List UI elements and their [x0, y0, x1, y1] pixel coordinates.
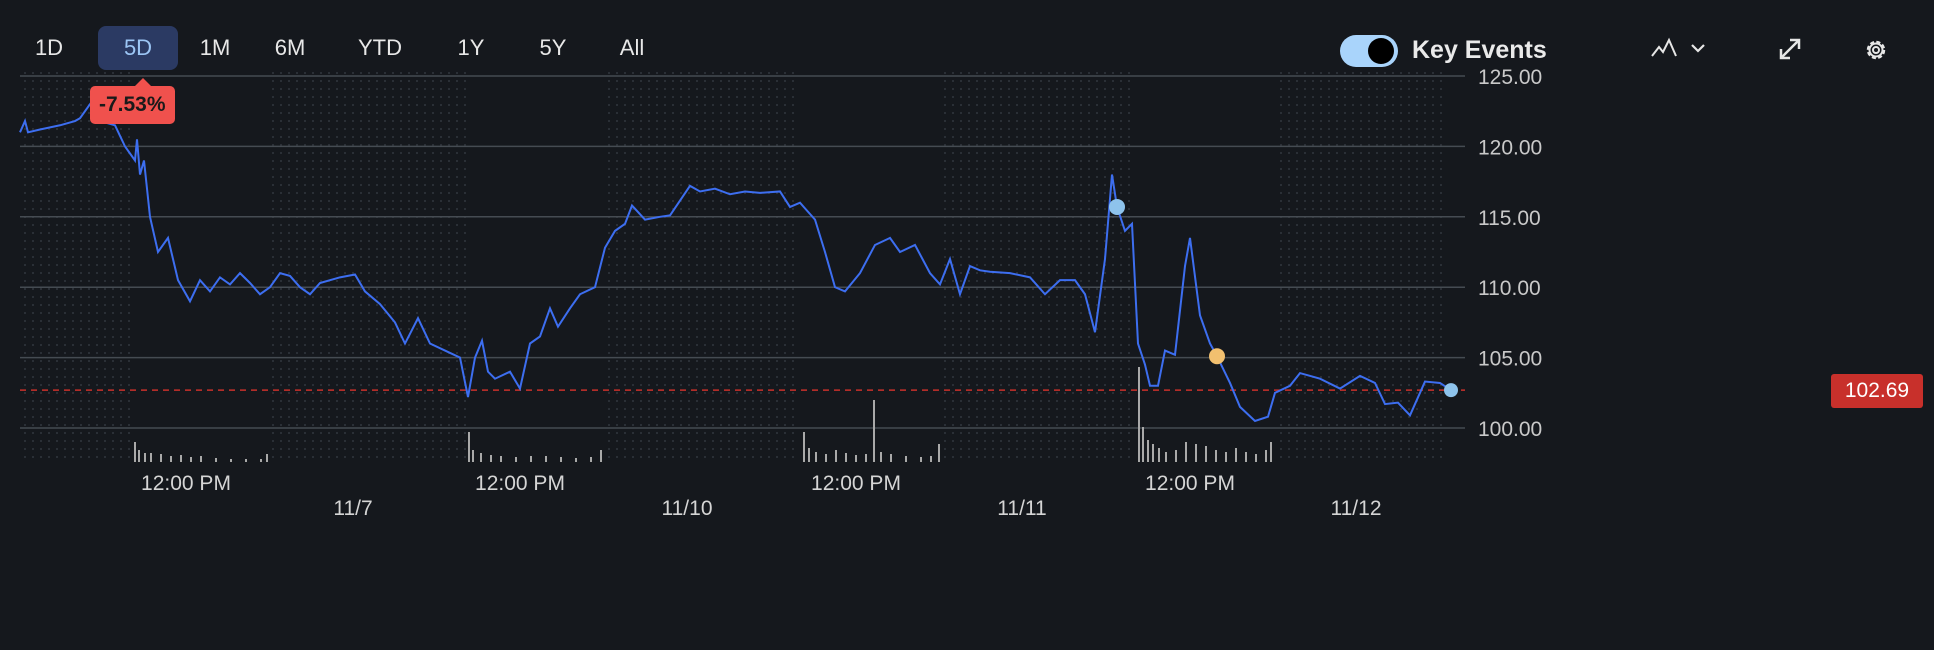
volume-bar	[855, 455, 857, 462]
volume-bar	[1245, 452, 1247, 462]
volume-bar	[1152, 444, 1154, 462]
volume-bar	[138, 450, 140, 462]
volume-bar	[905, 456, 907, 462]
y-tick-label: 120.00	[1478, 136, 1542, 159]
volume-bar	[180, 455, 182, 462]
price-chart[interactable]: 125.00 120.00 115.00 110.00 105.00 100.00 12:0…	[0, 0, 1934, 650]
current-price-tag: 102.69	[1831, 374, 1923, 408]
volume-bar	[468, 432, 470, 462]
y-tick-label: 105.00	[1478, 348, 1542, 371]
range-6m[interactable]: 6M	[258, 26, 322, 70]
x-date-label: 11/11	[997, 497, 1046, 520]
volume-bar	[1235, 448, 1237, 462]
volume-bar	[245, 459, 247, 462]
settings-gear-icon[interactable]	[1862, 36, 1890, 69]
volume-bar	[515, 457, 517, 462]
range-1y[interactable]: 1Y	[446, 26, 496, 70]
volume-bar	[890, 454, 892, 462]
x-time-label: 12:00 PM	[1145, 472, 1235, 495]
volume-bar	[500, 456, 502, 462]
volume-bar	[190, 457, 192, 462]
volume-bar	[865, 454, 867, 462]
volume-bar	[938, 444, 940, 462]
change-badge: -7.53%	[90, 78, 175, 124]
chart-type-icon[interactable]	[1650, 36, 1712, 65]
x-date-label: 11/7	[333, 497, 372, 520]
volume-bar	[260, 459, 262, 462]
fullscreen-icon[interactable]	[1777, 36, 1803, 67]
x-time-label: 12:00 PM	[141, 472, 231, 495]
extended-hours-region	[940, 66, 1135, 462]
volume-bar	[170, 456, 172, 462]
volume-bar	[1255, 454, 1257, 462]
range-5y[interactable]: 5Y	[526, 26, 580, 70]
x-date-label: 11/12	[1331, 497, 1382, 520]
volume-bar	[1265, 450, 1267, 462]
y-tick-label: 115.00	[1478, 207, 1541, 230]
volume-bar	[530, 456, 532, 462]
range-1m[interactable]: 1M	[184, 26, 246, 70]
volume-bar	[560, 457, 562, 462]
volume-bar	[873, 400, 875, 462]
volume-bar	[1195, 444, 1197, 462]
volume-bar	[825, 454, 827, 462]
volume-bar	[230, 459, 232, 462]
x-date-label: 11/10	[662, 497, 713, 520]
volume-bar	[575, 458, 577, 462]
volume-bar	[134, 442, 136, 462]
range-1d[interactable]: 1D	[20, 26, 78, 70]
extended-hours-region	[608, 66, 800, 462]
key-events-toggle[interactable]	[1340, 35, 1398, 67]
key-events-label: Key Events	[1412, 36, 1547, 64]
volume-bar	[803, 432, 805, 462]
volume-bar	[150, 453, 152, 462]
volume-bar	[880, 452, 882, 462]
volume-bar	[815, 452, 817, 462]
volume-bar	[1185, 442, 1187, 462]
volume-bar	[545, 456, 547, 462]
volume-bar	[930, 456, 932, 462]
volume-bar	[160, 454, 162, 462]
key-event-marker	[1109, 198, 1125, 215]
x-time-label: 12:00 PM	[475, 472, 565, 495]
volume-bar	[920, 457, 922, 462]
range-5d[interactable]: 5D	[98, 26, 178, 70]
volume-bar	[472, 450, 474, 462]
volume-bar	[215, 458, 217, 462]
volume-bar	[1270, 442, 1272, 462]
volume-bar	[144, 453, 146, 462]
volume-bar	[1225, 452, 1227, 462]
volume-bar	[600, 450, 602, 462]
volume-bar	[1147, 440, 1149, 462]
volume-bar	[835, 450, 837, 462]
volume-bar	[1175, 450, 1177, 462]
last-price-dot	[1444, 383, 1458, 398]
volume-bar	[1215, 450, 1217, 462]
volume-bar	[490, 455, 492, 462]
volume-bar	[808, 448, 810, 462]
volume-bar	[266, 454, 268, 462]
volume-bar	[1165, 452, 1167, 462]
volume-bar	[1205, 446, 1207, 462]
volume-bar	[200, 456, 202, 462]
volume-bar	[480, 453, 482, 462]
range-all[interactable]: All	[606, 26, 658, 70]
x-time-label: 12:00 PM	[811, 472, 901, 495]
range-ytd[interactable]: YTD	[340, 26, 420, 70]
volume-bar	[1138, 367, 1140, 462]
extended-hours-region	[1275, 66, 1445, 462]
y-tick-label: 125.00	[1478, 66, 1542, 89]
key-event-marker	[1209, 348, 1225, 365]
volume-bar	[1142, 427, 1144, 462]
volume-bar	[845, 453, 847, 462]
extended-hours-region	[270, 66, 468, 462]
volume-bar	[1158, 448, 1160, 462]
y-tick-label: 100.00	[1478, 418, 1542, 441]
volume-bar	[590, 457, 592, 462]
y-tick-label: 110.00	[1478, 277, 1541, 300]
